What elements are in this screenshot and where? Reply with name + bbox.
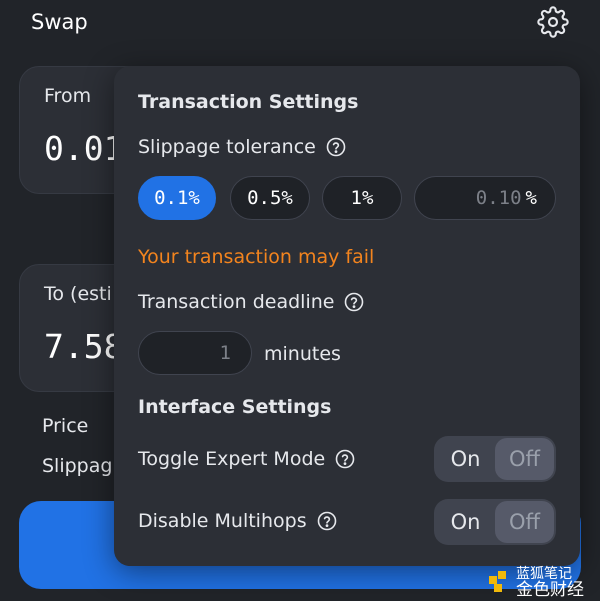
custom-slippage-unit: % — [525, 187, 537, 209]
expert-mode-toggle[interactable]: On Off — [434, 436, 556, 482]
transaction-deadline-text: Transaction deadline — [138, 291, 335, 313]
transaction-deadline-label: Transaction deadline — [138, 291, 364, 313]
slippage-option-0-5[interactable]: 0.5% — [230, 176, 310, 220]
from-label: From — [44, 85, 92, 107]
expert-mode-text: Toggle Expert Mode — [138, 448, 326, 470]
expert-mode-label: Toggle Expert Mode — [138, 448, 355, 470]
watermark: 蓝狐笔记 金色财经 — [486, 566, 598, 600]
to-label: To (esti — [44, 283, 112, 305]
question-circle-icon[interactable] — [335, 449, 355, 469]
price-label: Price — [42, 415, 89, 437]
expert-mode-on[interactable]: On — [436, 438, 495, 480]
to-amount-input[interactable]: 7.58 — [44, 327, 123, 366]
multihops-label: Disable Multihops — [138, 510, 337, 532]
custom-slippage-value: 0.10 — [475, 187, 522, 209]
question-circle-icon[interactable] — [344, 292, 364, 312]
slippage-option-1[interactable]: 1% — [322, 176, 402, 220]
multihops-toggle[interactable]: On Off — [434, 499, 556, 545]
deadline-unit: minutes — [264, 343, 341, 365]
multihops-text: Disable Multihops — [138, 510, 307, 532]
slippage-info-label: Slippag — [42, 455, 113, 477]
question-circle-icon[interactable] — [317, 511, 337, 531]
slippage-tolerance-label: Slippage tolerance — [138, 136, 346, 158]
slippage-tolerance-text: Slippage tolerance — [138, 136, 316, 158]
multihops-on[interactable]: On — [436, 501, 495, 543]
expert-mode-off[interactable]: Off — [495, 438, 554, 480]
question-circle-icon[interactable] — [326, 137, 346, 157]
slippage-option-0-1[interactable]: 0.1% — [138, 176, 216, 220]
slippage-warning: Your transaction may fail — [138, 246, 375, 268]
from-amount-input[interactable]: 0.01 — [44, 129, 123, 168]
watermark-text-1: 蓝狐笔记 — [516, 566, 572, 582]
interface-settings-heading: Interface Settings — [138, 396, 332, 418]
gear-icon[interactable] — [537, 6, 569, 38]
multihops-off[interactable]: Off — [495, 501, 554, 543]
custom-slippage-input[interactable]: 0.10 % — [414, 176, 556, 220]
swap-title: Swap — [31, 10, 88, 34]
watermark-text-2: 金色财经 — [516, 580, 584, 600]
watermark-logo-icon — [486, 568, 512, 598]
transaction-settings-heading: Transaction Settings — [138, 91, 359, 113]
deadline-input[interactable]: 1 — [138, 331, 252, 375]
settings-popover: Transaction Settings Slippage tolerance … — [114, 66, 580, 566]
